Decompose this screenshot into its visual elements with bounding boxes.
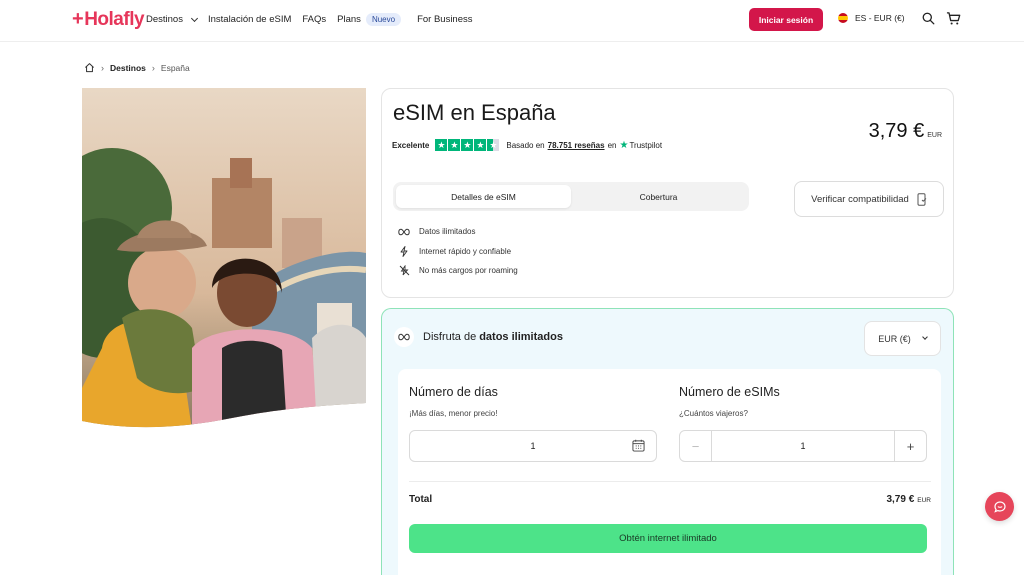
chat-button[interactable] (985, 492, 1014, 521)
feature-item: Internet rápido y confiable (398, 242, 518, 262)
breadcrumb-separator: › (151, 62, 155, 73)
esims-title: Número de eSIMs (679, 385, 780, 399)
nav-for-business-label: For Business (417, 14, 473, 25)
price-currency: EUR (927, 132, 942, 139)
no-roaming-icon (398, 265, 410, 277)
travelers-photo (82, 88, 366, 428)
divider (409, 481, 931, 482)
page-title: eSIM en España (393, 100, 556, 125)
hero-photo (82, 88, 366, 430)
total-label: Total (409, 494, 433, 505)
product-card: eSIM en España 3,79 € EUR Excelente ★ ★ … (381, 88, 954, 298)
breadcrumb-destinos[interactable]: Destinos (110, 63, 146, 73)
feature-item: Datos ilimitados (398, 222, 518, 242)
phone-check-icon (917, 192, 927, 206)
days-subtitle: ¡Más días, menor precio! (409, 409, 498, 418)
nav-plans-label: Plans (337, 14, 361, 25)
plan-heading-prefix: Disfruta de (423, 331, 477, 343)
plan-heading: Disfruta de datos ilimitados (394, 327, 563, 347)
top-header: + Holafly Destinos Instalación de eSIM F… (0, 0, 1024, 42)
infinity-icon (398, 226, 410, 238)
feature-label: Datos ilimitados (419, 227, 476, 237)
plus-icon: + (72, 8, 84, 30)
total-price: 3,79 € EUR (886, 494, 931, 505)
nav-faqs-label: FAQs (302, 14, 327, 25)
nav-destinos[interactable]: Destinos (146, 14, 199, 25)
chevron-down-icon (190, 14, 199, 22)
trustpilot-logo[interactable]: ★ Trustpilot (619, 140, 662, 151)
star-icon: ★ (461, 139, 474, 151)
logo-text: Holafly (84, 8, 145, 30)
nav-faqs[interactable]: FAQs (302, 14, 326, 25)
nav-instalacion-label: Instalación de eSIM (207, 14, 292, 25)
total-price-value: 3,79 € (886, 494, 915, 505)
total-row: Total 3,79 € EUR (409, 494, 931, 505)
on-text: en (607, 140, 617, 150)
star-icon: ★ (474, 139, 487, 151)
check-compatibility-label: Verificar compatibilidad (811, 193, 909, 205)
chevron-down-icon (921, 334, 928, 340)
calendar-icon[interactable] (632, 439, 645, 452)
rating-stars: ★ ★ ★ ★ ★ (435, 139, 500, 151)
holafly-logo[interactable]: + Holafly (72, 8, 145, 31)
esims-stepper: − 1 + (679, 430, 927, 462)
check-compatibility-button[interactable]: Verificar compatibilidad (794, 181, 944, 217)
rating-row: Excelente ★ ★ ★ ★ ★ Basado en 78.751 res… (392, 139, 662, 151)
price-value: 3,79 € (868, 120, 925, 142)
star-icon: ★ (448, 139, 461, 151)
infinity-icon (394, 327, 414, 347)
currency-value: EUR (€) (878, 333, 911, 344)
home-icon[interactable] (84, 62, 95, 73)
breadcrumb: › Destinos › España (84, 62, 190, 73)
plan-card: Disfruta de datos ilimitados EUR (€) Núm… (381, 308, 954, 575)
plan-heading-bold: datos ilimitados (479, 331, 563, 343)
star-icon: ★ (435, 139, 448, 151)
rating-label: Excelente (392, 140, 430, 150)
breadcrumb-separator: › (101, 62, 104, 73)
details-tabs: Detalles de eSIM Cobertura (393, 182, 749, 211)
decrease-button[interactable]: − (680, 431, 712, 461)
tab-detalles[interactable]: Detalles de eSIM (396, 185, 571, 208)
feature-list: Datos ilimitados Internet rápido y confi… (398, 222, 518, 281)
days-value: 1 (530, 441, 536, 451)
breadcrumb-espana: España (160, 62, 190, 73)
feature-label: No más cargos por roaming (419, 266, 518, 276)
trustpilot-star-icon: ★ (619, 139, 629, 151)
half-star-icon: ★ (487, 139, 500, 151)
nav-destinos-label: Destinos (146, 14, 183, 25)
reviews-link[interactable]: 78.751 reseñas (548, 141, 605, 150)
get-unlimited-internet-button[interactable]: Obtén internet ilimitado (409, 524, 927, 553)
based-on-text: Basado en (506, 140, 545, 150)
currency-select[interactable]: EUR (€) (864, 321, 941, 356)
feature-item: No más cargos por roaming (398, 261, 518, 281)
increase-button[interactable]: + (894, 431, 926, 461)
lightning-icon (398, 245, 410, 257)
spain-flag-icon (838, 13, 848, 23)
esims-subtitle: ¿Cuántos viajeros? (679, 409, 748, 418)
trustpilot-label: Trustpilot (629, 140, 663, 150)
total-currency: EUR (917, 497, 931, 504)
main-nav: Destinos Instalación de eSIM FAQs Plans … (146, 13, 484, 26)
nav-instalacion[interactable]: Instalación de eSIM (208, 14, 291, 25)
esims-value[interactable]: 1 (712, 441, 894, 451)
language-label: ES - EUR (€) (855, 13, 905, 23)
feature-label: Internet rápido y confiable (419, 246, 512, 256)
search-icon[interactable] (922, 12, 935, 25)
price: 3,79 € EUR (869, 120, 942, 143)
plan-options: Número de días ¡Más días, menor precio! … (398, 369, 941, 575)
cart-icon[interactable] (946, 11, 961, 26)
new-badge: Nuevo (365, 13, 402, 26)
nav-plans[interactable]: Plans Nuevo (337, 13, 402, 26)
days-input[interactable]: 1 (409, 430, 657, 462)
chat-icon (993, 500, 1006, 513)
nav-for-business[interactable]: For Business (417, 14, 472, 25)
login-button[interactable]: Iniciar sesión (749, 8, 823, 31)
tab-cobertura[interactable]: Cobertura (571, 185, 746, 208)
language-selector[interactable]: ES - EUR (€) (838, 13, 905, 23)
days-title: Número de días (409, 385, 498, 399)
